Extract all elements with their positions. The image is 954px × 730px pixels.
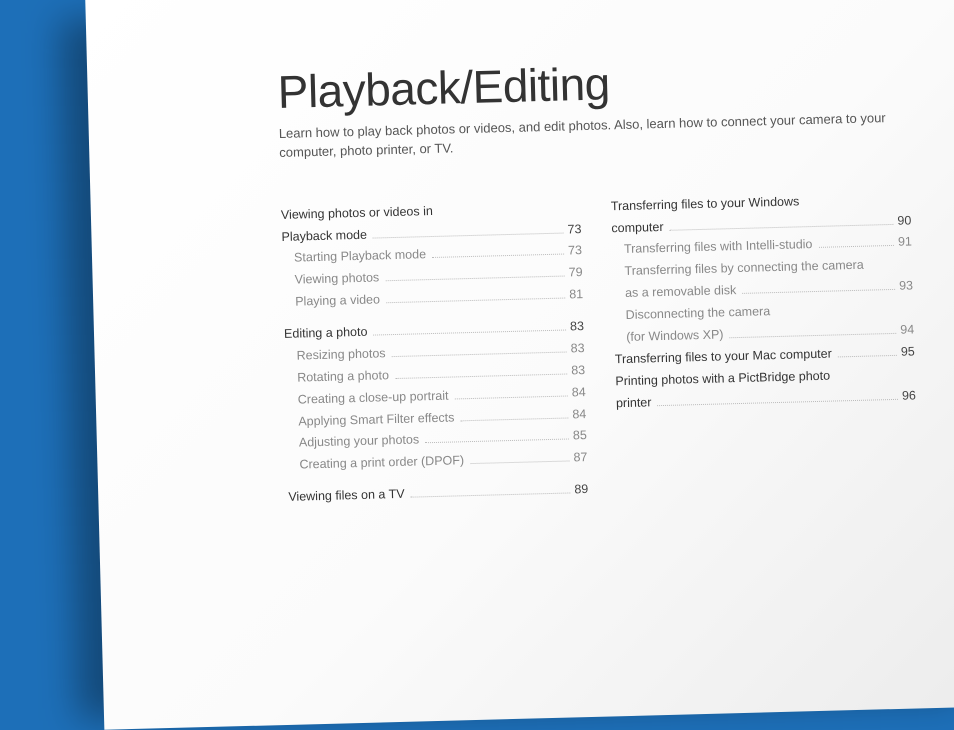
toc-page-number: 73 <box>567 219 581 241</box>
toc-column-right: Transferring files to your Windowscomput… <box>611 188 919 500</box>
page-title: Playback/Editing <box>277 49 908 119</box>
toc-page-number: 84 <box>572 404 586 426</box>
toc-page-number: 83 <box>571 360 585 382</box>
toc-leader-dots <box>425 439 569 444</box>
toc-leader-dots <box>730 333 897 338</box>
intro-text: Learn how to play back photos or videos,… <box>279 109 900 163</box>
toc-label: Playback mode <box>281 224 367 248</box>
toc-label: Creating a print order (DPOF) <box>287 451 464 477</box>
toc-label: Rotating a photo <box>285 365 389 390</box>
toc-page-number: 96 <box>902 385 916 407</box>
toc-label: (for Windows XP) <box>614 324 724 349</box>
toc-label: computer <box>611 217 664 240</box>
toc-page-number: 89 <box>574 479 588 501</box>
toc-label: Resizing photos <box>284 343 385 368</box>
toc-label: Editing a photo <box>284 322 368 346</box>
toc-leader-dots <box>411 493 571 498</box>
toc-leader-dots <box>657 398 898 405</box>
toc-page-number: 83 <box>570 316 584 338</box>
toc-page-number: 79 <box>568 262 582 284</box>
toc-label: as a removable disk <box>613 280 737 305</box>
toc-leader-dots <box>392 351 567 357</box>
toc-page-number: 84 <box>572 382 586 404</box>
toc-page-number: 81 <box>569 284 583 306</box>
toc-leader-dots <box>386 298 565 304</box>
toc-page-number: 90 <box>897 210 911 232</box>
toc-page-number: 91 <box>898 232 912 254</box>
toc-page-number: 85 <box>573 425 587 447</box>
toc-leader-dots <box>670 223 894 230</box>
toc-label: Playing a video <box>283 290 380 314</box>
toc-page-number: 93 <box>899 276 913 298</box>
document-page: Playback/Editing Learn how to play back … <box>85 0 954 730</box>
toc-column-left: Viewing photos or videos inPlayback mode… <box>281 197 589 509</box>
toc-page-number: 95 <box>901 341 915 363</box>
toc-label: Applying Smart Filter effects <box>286 407 455 433</box>
toc-leader-dots <box>470 461 569 465</box>
toc-leader-dots <box>742 289 895 294</box>
toc-leader-dots <box>432 254 564 258</box>
toc-columns: Viewing photos or videos inPlayback mode… <box>281 188 919 509</box>
toc-leader-dots <box>818 245 894 248</box>
toc-leader-dots <box>373 232 564 238</box>
toc-label: Viewing files on a TV <box>288 484 405 509</box>
toc-leader-dots <box>838 355 897 358</box>
toc-leader-dots <box>455 395 568 399</box>
toc-label: Disconnecting the camera <box>613 301 770 327</box>
toc-leader-dots <box>374 330 567 336</box>
toc-page-number: 73 <box>568 241 582 263</box>
toc-leader-dots <box>385 276 564 282</box>
toc-leader-dots <box>460 417 568 421</box>
toc-page-number: 87 <box>573 447 587 469</box>
toc-page-number: 83 <box>570 338 584 360</box>
toc-label: Starting Playback mode <box>282 245 427 271</box>
toc-leader-dots <box>395 373 567 379</box>
toc-label: Viewing photos <box>282 268 379 292</box>
toc-page-number: 94 <box>900 319 914 341</box>
toc-label: printer <box>616 392 652 415</box>
